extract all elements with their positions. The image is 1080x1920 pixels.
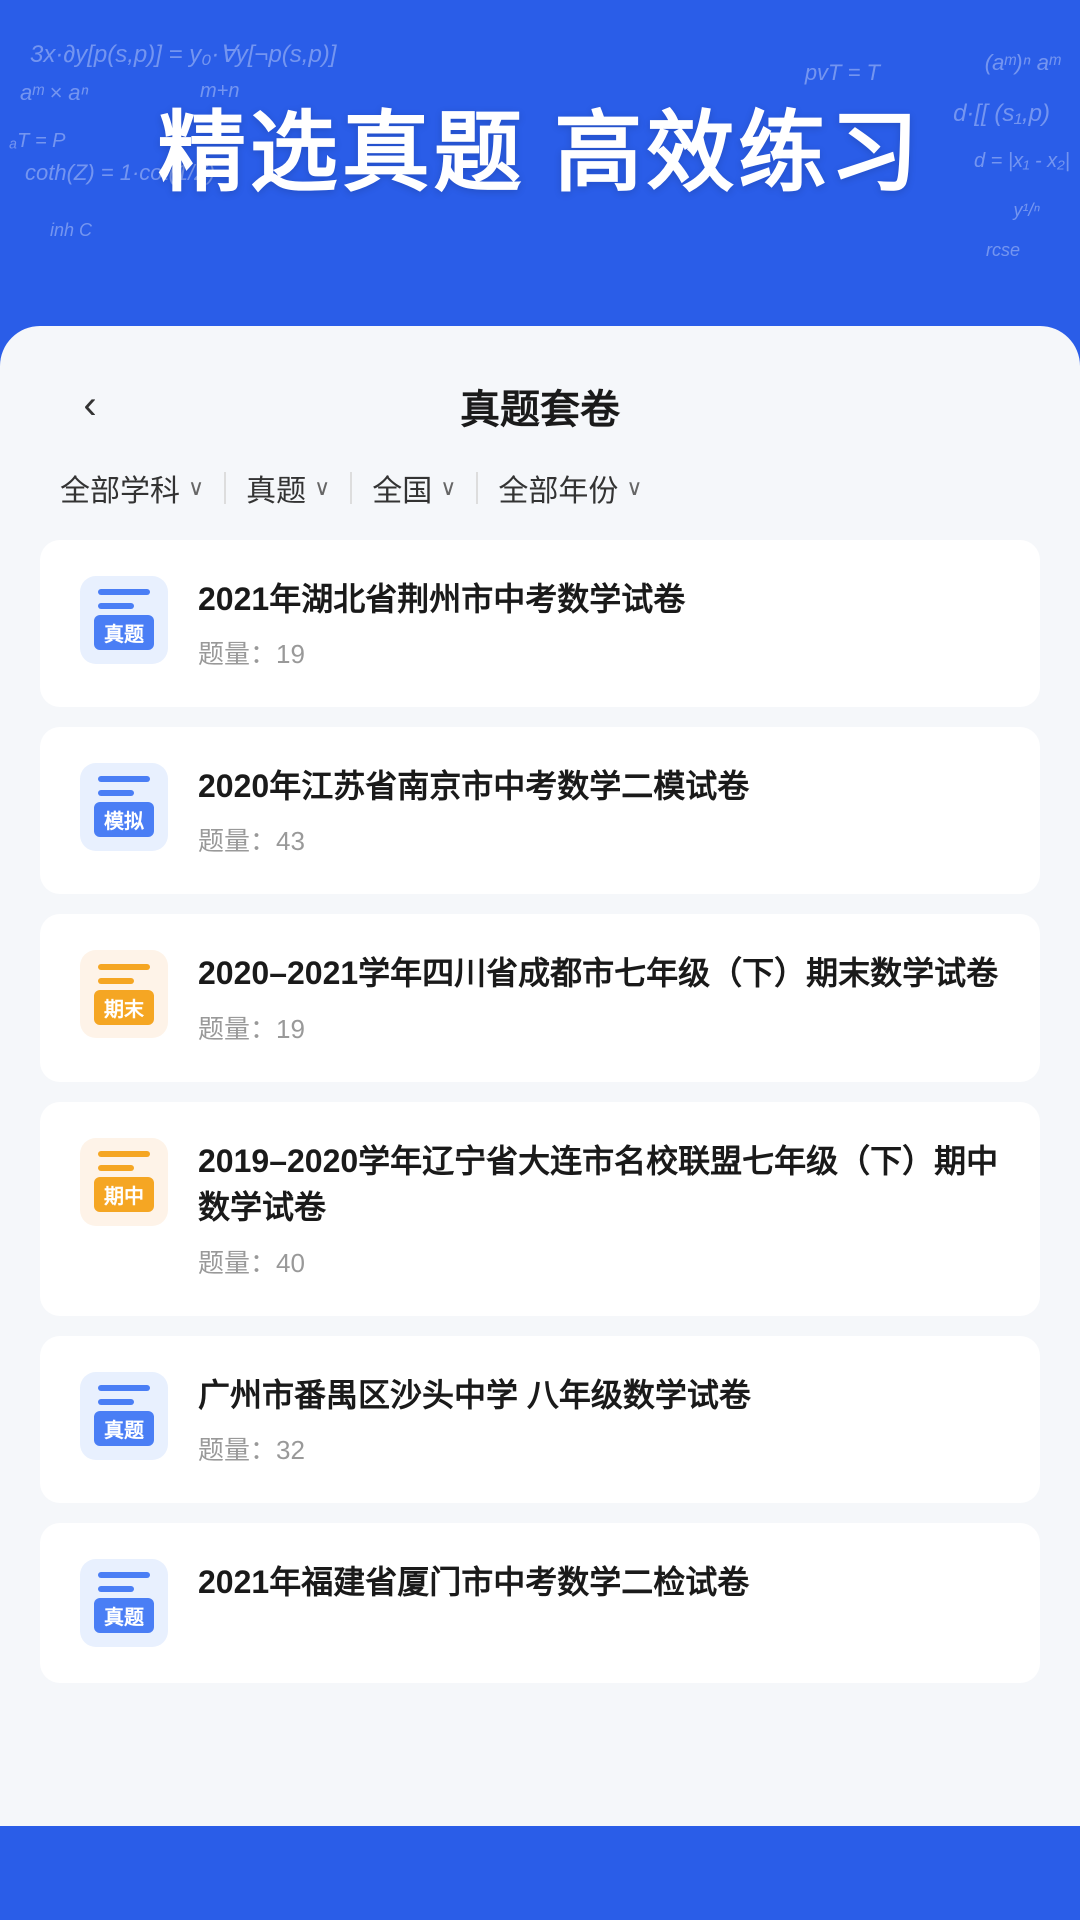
item-meta-3: 题量：19 bbox=[198, 1009, 1000, 1046]
hero-title: 精选真题 高效练习 bbox=[60, 100, 1020, 206]
badge-line bbox=[98, 1151, 150, 1157]
question-count-label: 题量： bbox=[198, 1248, 276, 1278]
main-card: ‹ 真题套卷 全部学科 ∨ 真题 ∨ 全国 ∨ 全部年份 ∨ bbox=[0, 326, 1080, 1826]
filter-year-label: 全部年份 bbox=[498, 466, 618, 510]
badge-lines-4 bbox=[98, 1151, 150, 1171]
badge-lines-2 bbox=[98, 776, 150, 796]
filter-region[interactable]: 全国 ∨ bbox=[352, 466, 476, 510]
item-meta-2: 题量：43 bbox=[198, 821, 1000, 858]
badge-line bbox=[98, 1399, 134, 1405]
filter-subject-label: 全部学科 bbox=[60, 466, 180, 510]
badge-line bbox=[98, 1586, 134, 1592]
question-count-value-5: 32 bbox=[276, 1435, 305, 1465]
list-item[interactable]: 真题 广州市番禺区沙头中学 八年级数学试卷 题量：32 bbox=[40, 1336, 1040, 1503]
item-content-5: 广州市番禺区沙头中学 八年级数学试卷 题量：32 bbox=[198, 1372, 1000, 1467]
filter-region-label: 全国 bbox=[372, 466, 432, 510]
badge-label-1: 真题 bbox=[94, 615, 154, 650]
item-title-1: 2021年湖北省荆州市中考数学试卷 bbox=[198, 576, 1000, 622]
filter-region-arrow: ∨ bbox=[440, 475, 456, 501]
question-count-value-1: 19 bbox=[276, 639, 305, 669]
badge-icon-5: 真题 bbox=[80, 1372, 168, 1460]
badge-icon-6: 真题 bbox=[80, 1559, 168, 1647]
badge-label-5: 真题 bbox=[94, 1411, 154, 1446]
list-item[interactable]: 真题 2021年福建省厦门市中考数学二检试卷 bbox=[40, 1523, 1040, 1683]
exam-list: 真题 2021年湖北省荆州市中考数学试卷 题量：19 模拟 2020年江苏省南京… bbox=[0, 540, 1080, 1703]
item-title-3: 2020–2021学年四川省成都市七年级（下）期末数学试卷 bbox=[198, 950, 1000, 996]
badge-line bbox=[98, 964, 150, 970]
question-count-value-3: 19 bbox=[276, 1014, 305, 1044]
filter-subject[interactable]: 全部学科 ∨ bbox=[60, 466, 224, 510]
page-title: 真题套卷 bbox=[120, 377, 960, 435]
badge-line bbox=[98, 790, 134, 796]
list-item[interactable]: 模拟 2020年江苏省南京市中考数学二模试卷 题量：43 bbox=[40, 727, 1040, 894]
badge-icon-1: 真题 bbox=[80, 576, 168, 664]
badge-label-3: 期末 bbox=[94, 990, 154, 1025]
badge-line bbox=[98, 603, 134, 609]
badge-label-4: 期中 bbox=[94, 1177, 154, 1212]
badge-lines-5 bbox=[98, 1385, 150, 1405]
item-title-2: 2020年江苏省南京市中考数学二模试卷 bbox=[198, 763, 1000, 809]
item-title-5: 广州市番禺区沙头中学 八年级数学试卷 bbox=[198, 1372, 1000, 1418]
filter-bar: 全部学科 ∨ 真题 ∨ 全国 ∨ 全部年份 ∨ bbox=[0, 466, 1080, 540]
back-button[interactable]: ‹ bbox=[60, 376, 120, 436]
question-count-label: 题量： bbox=[198, 639, 276, 669]
badge-label-6: 真题 bbox=[94, 1598, 154, 1633]
question-count-label: 题量： bbox=[198, 1014, 276, 1044]
question-count-label: 题量： bbox=[198, 1435, 276, 1465]
badge-line bbox=[98, 1385, 150, 1391]
item-meta-4: 题量：40 bbox=[198, 1243, 1000, 1280]
badge-line bbox=[98, 589, 150, 595]
item-meta-1: 题量：19 bbox=[198, 634, 1000, 671]
badge-line bbox=[98, 1165, 134, 1171]
badge-label-2: 模拟 bbox=[94, 802, 154, 837]
badge-icon-3: 期末 bbox=[80, 950, 168, 1038]
question-count-label: 题量： bbox=[198, 826, 276, 856]
item-content-3: 2020–2021学年四川省成都市七年级（下）期末数学试卷 题量：19 bbox=[198, 950, 1000, 1045]
filter-year[interactable]: 全部年份 ∨ bbox=[478, 466, 662, 510]
item-content-6: 2021年福建省厦门市中考数学二检试卷 bbox=[198, 1559, 1000, 1617]
item-title-6: 2021年福建省厦门市中考数学二检试卷 bbox=[198, 1559, 1000, 1605]
question-count-value-2: 43 bbox=[276, 826, 305, 856]
badge-lines-1 bbox=[98, 589, 150, 609]
list-item[interactable]: 期末 2020–2021学年四川省成都市七年级（下）期末数学试卷 题量：19 bbox=[40, 914, 1040, 1081]
question-count-value-4: 40 bbox=[276, 1248, 305, 1278]
item-title-4: 2019–2020学年辽宁省大连市名校联盟七年级（下）期中数学试卷 bbox=[198, 1138, 1000, 1231]
list-item[interactable]: 真题 2021年湖北省荆州市中考数学试卷 题量：19 bbox=[40, 540, 1040, 707]
item-meta-5: 题量：32 bbox=[198, 1430, 1000, 1467]
badge-line bbox=[98, 776, 150, 782]
filter-subject-arrow: ∨ bbox=[188, 475, 204, 501]
item-content-2: 2020年江苏省南京市中考数学二模试卷 题量：43 bbox=[198, 763, 1000, 858]
filter-type-label: 真题 bbox=[246, 466, 306, 510]
badge-line bbox=[98, 1572, 150, 1578]
filter-type[interactable]: 真题 ∨ bbox=[226, 466, 350, 510]
badge-icon-4: 期中 bbox=[80, 1138, 168, 1226]
list-item[interactable]: 期中 2019–2020学年辽宁省大连市名校联盟七年级（下）期中数学试卷 题量：… bbox=[40, 1102, 1040, 1316]
filter-type-arrow: ∨ bbox=[314, 475, 330, 501]
badge-lines-3 bbox=[98, 964, 150, 984]
item-content-4: 2019–2020学年辽宁省大连市名校联盟七年级（下）期中数学试卷 题量：40 bbox=[198, 1138, 1000, 1280]
back-icon: ‹ bbox=[83, 383, 96, 428]
badge-icon-2: 模拟 bbox=[80, 763, 168, 851]
filter-year-arrow: ∨ bbox=[626, 475, 642, 501]
badge-lines-6 bbox=[98, 1572, 150, 1592]
badge-line bbox=[98, 978, 134, 984]
item-content-1: 2021年湖北省荆州市中考数学试卷 题量：19 bbox=[198, 576, 1000, 671]
card-header: ‹ 真题套卷 bbox=[0, 326, 1080, 466]
